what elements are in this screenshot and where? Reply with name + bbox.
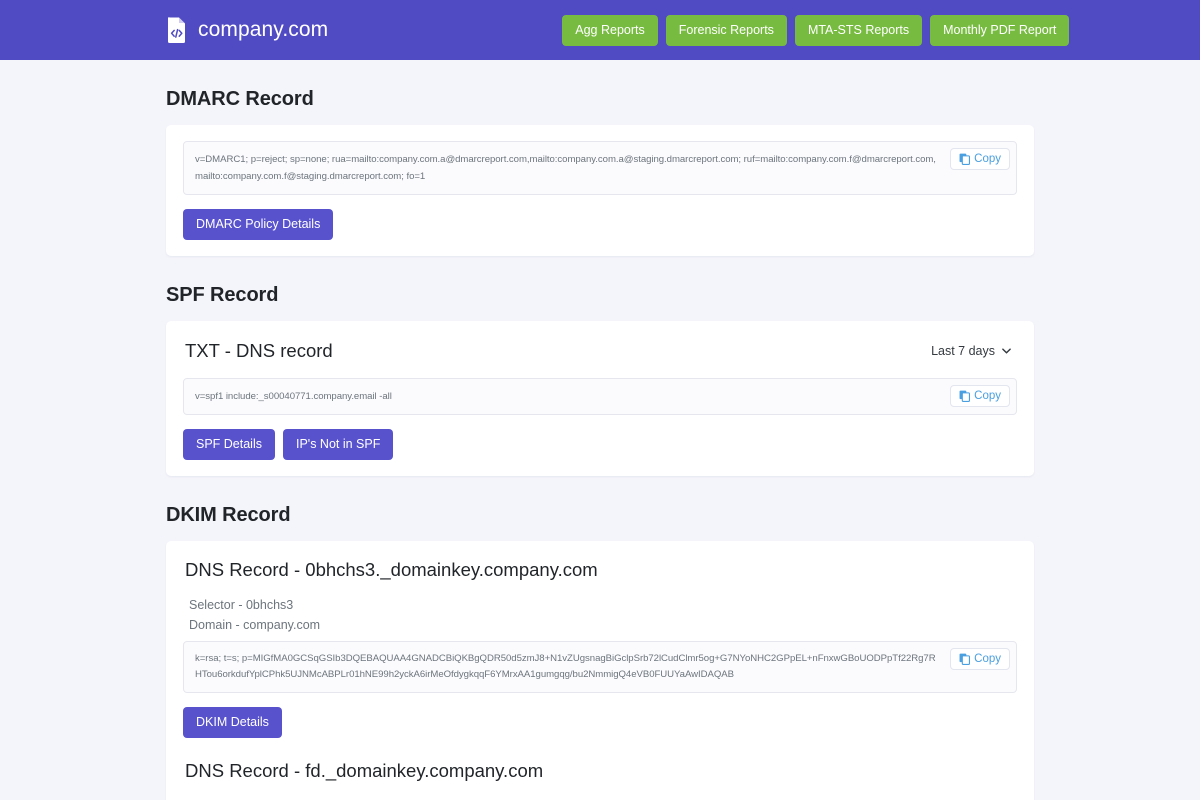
- dkim-section-title: DKIM Record: [166, 504, 1034, 527]
- dmarc-policy-details-button[interactable]: DMARC Policy Details: [183, 209, 333, 240]
- top-navbar: company.com Agg Reports Forensic Reports…: [0, 0, 1200, 60]
- spf-card-header: TXT - DNS record Last 7 days: [183, 337, 1017, 378]
- nav-button-forensic-reports[interactable]: Forensic Reports: [666, 15, 787, 46]
- spf-card-title: TXT - DNS record: [185, 340, 333, 362]
- dkim-actions-1: DKIM Details: [183, 707, 1017, 738]
- dmarc-actions: DMARC Policy Details: [183, 209, 1017, 240]
- nav-button-agg-reports[interactable]: Agg Reports: [562, 15, 657, 46]
- dmarc-card: v=DMARC1; p=reject; sp=none; rua=mailto:…: [166, 125, 1034, 256]
- spf-section-title: SPF Record: [166, 284, 1034, 307]
- brand-logo[interactable]: company.com: [166, 17, 328, 43]
- copy-button-dmarc[interactable]: Copy: [950, 148, 1010, 170]
- copy-icon: [959, 390, 970, 402]
- copy-button-label: Copy: [974, 153, 1001, 165]
- dkim-record-title-1: DNS Record - 0bhchs3._domainkey.company.…: [185, 559, 1017, 581]
- page-content: DMARC Record v=DMARC1; p=reject; sp=none…: [0, 88, 1200, 800]
- nav-buttons: Agg Reports Forensic Reports MTA-STS Rep…: [562, 15, 1069, 46]
- dmarc-record-value: v=DMARC1; p=reject; sp=none; rua=mailto:…: [195, 151, 936, 185]
- spf-record-box: v=spf1 include:_s00040771.company.email …: [183, 378, 1017, 415]
- copy-button-spf[interactable]: Copy: [950, 385, 1010, 407]
- dkim-selector-1: Selector - 0bhchs3: [189, 597, 1017, 614]
- copy-icon: [959, 653, 970, 665]
- date-range-selector[interactable]: Last 7 days: [927, 341, 1015, 361]
- copy-button-label: Copy: [974, 653, 1001, 665]
- dkim-record-title-2: DNS Record - fd._domainkey.company.com: [185, 760, 1017, 782]
- dkim-card: DNS Record - 0bhchs3._domainkey.company.…: [166, 541, 1034, 800]
- spf-actions: SPF Details IP's Not in SPF: [183, 429, 1017, 460]
- brand-name: company.com: [198, 18, 328, 42]
- spf-details-button[interactable]: SPF Details: [183, 429, 275, 460]
- spf-card: TXT - DNS record Last 7 days v=spf1 incl…: [166, 321, 1034, 476]
- dkim-record-value-1: k=rsa; t=s; p=MIGfMA0GCSqGSIb3DQEBAQUAA4…: [195, 651, 936, 683]
- nav-button-monthly-pdf-report[interactable]: Monthly PDF Report: [930, 15, 1069, 46]
- code-file-icon: [166, 17, 188, 43]
- dkim-domain-1: Domain - company.com: [189, 617, 1017, 634]
- copy-icon: [959, 153, 970, 165]
- ips-not-in-spf-button[interactable]: IP's Not in SPF: [283, 429, 393, 460]
- spf-record-value: v=spf1 include:_s00040771.company.email …: [195, 388, 392, 405]
- dmarc-section-title: DMARC Record: [166, 88, 1034, 111]
- chevron-down-icon: [1002, 348, 1011, 354]
- date-range-label: Last 7 days: [931, 344, 995, 358]
- dmarc-record-box: v=DMARC1; p=reject; sp=none; rua=mailto:…: [183, 141, 1017, 195]
- copy-button-label: Copy: [974, 390, 1001, 402]
- nav-button-mta-sts-reports[interactable]: MTA-STS Reports: [795, 15, 922, 46]
- dkim-details-button-1[interactable]: DKIM Details: [183, 707, 282, 738]
- copy-button-dkim-1[interactable]: Copy: [950, 648, 1010, 670]
- dkim-record-box-1: k=rsa; t=s; p=MIGfMA0GCSqGSIb3DQEBAQUAA4…: [183, 641, 1017, 693]
